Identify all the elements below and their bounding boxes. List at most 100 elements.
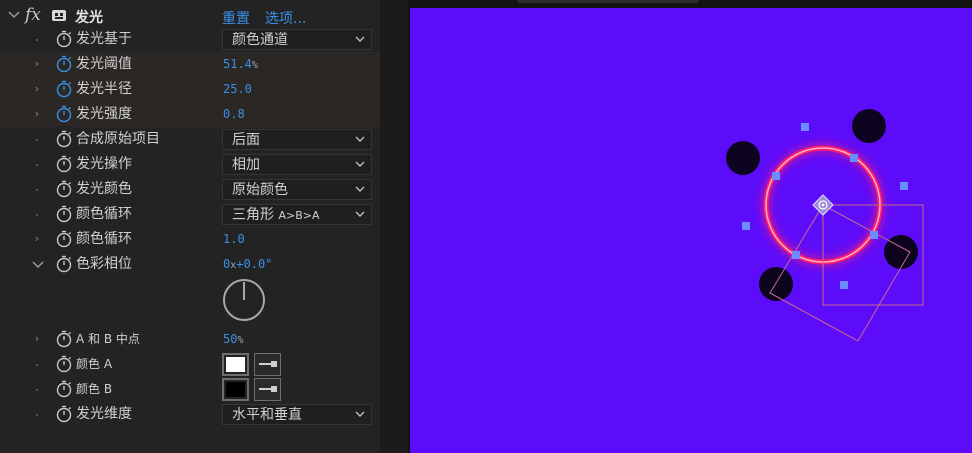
eyedropper-button[interactable] <box>254 353 281 376</box>
dropdown-value: 后面 <box>232 132 260 148</box>
property-row: 颜色循环 三角形 A>B>A <box>0 202 380 227</box>
stopwatch-icon[interactable] <box>55 230 73 248</box>
transform-handle[interactable] <box>870 231 878 239</box>
color-b-swatch[interactable] <box>222 378 249 401</box>
glow-based-on-dropdown[interactable]: 颜色通道 <box>222 29 372 50</box>
dark-circle-shape[interactable] <box>884 235 918 269</box>
property-label: 发光维度 <box>76 406 132 422</box>
property-row: 发光操作 相加 <box>0 152 380 177</box>
chevron-down-icon <box>355 411 365 417</box>
panel-divider[interactable] <box>380 0 408 453</box>
stopwatch-active-icon[interactable] <box>55 105 73 123</box>
chevron-down-icon[interactable] <box>32 260 44 270</box>
ab-midpoint-value[interactable]: 50% <box>223 330 243 350</box>
property-row: › 发光强度 0.8 <box>0 102 380 127</box>
transform-handle[interactable] <box>850 154 858 162</box>
property-row: › A 和 B 中点 50% <box>0 327 380 352</box>
glow-threshold-value[interactable]: 51.4% <box>223 55 258 75</box>
stopwatch-icon[interactable] <box>55 255 73 273</box>
color-phase-value[interactable]: 0x+0.0° <box>223 255 272 275</box>
swatch-fill <box>226 357 245 372</box>
value-unit: % <box>251 60 258 71</box>
row-bullet <box>36 164 38 166</box>
transform-handle[interactable] <box>900 182 908 190</box>
composition-viewer <box>408 0 972 453</box>
glow-intensity-value[interactable]: 0.8 <box>223 105 245 124</box>
viewer-tab-strip <box>518 0 698 3</box>
property-row: 合成原始项目 后面 <box>0 127 380 152</box>
stopwatch-active-icon[interactable] <box>55 80 73 98</box>
property-label: 合成原始项目 <box>76 131 160 147</box>
eyedropper-button[interactable] <box>254 378 281 401</box>
dropdown-value: 原始颜色 <box>232 182 288 198</box>
stopwatch-icon[interactable] <box>55 180 73 198</box>
property-row: 发光颜色 原始颜色 <box>0 177 380 202</box>
eyedropper-icon <box>259 361 277 367</box>
chevron-right-icon[interactable]: › <box>30 231 44 247</box>
value-number: 51.4 <box>223 57 252 71</box>
property-label: 发光颜色 <box>76 181 132 197</box>
row-bullet <box>36 214 38 216</box>
reset-link[interactable]: 重置 <box>222 8 250 28</box>
stopwatch-icon[interactable] <box>55 30 73 48</box>
stopwatch-icon[interactable] <box>55 380 73 398</box>
color-looping-dropdown[interactable]: 三角形 A>B>A <box>222 204 372 225</box>
stopwatch-icon[interactable] <box>55 205 73 223</box>
value-number: 50 <box>223 332 238 346</box>
composition-canvas[interactable] <box>410 8 972 453</box>
transform-handle[interactable] <box>742 222 750 230</box>
value-unit: % <box>237 335 244 346</box>
stopwatch-icon[interactable] <box>55 355 73 373</box>
color-loops-value[interactable]: 1.0 <box>223 230 245 249</box>
property-label: 发光操作 <box>76 156 132 172</box>
composite-original-dropdown[interactable]: 后面 <box>222 129 372 150</box>
property-row: 色彩相位 0x+0.0° <box>0 252 380 327</box>
property-label: 颜色循环 <box>76 206 132 222</box>
stopwatch-icon[interactable] <box>55 155 73 173</box>
chevron-down-icon <box>355 136 365 142</box>
stopwatch-icon[interactable] <box>55 330 73 348</box>
chevron-right-icon[interactable]: › <box>30 81 44 97</box>
effect-header-row: fx 发光 重置 选项... <box>0 3 380 28</box>
glow-radius-value[interactable]: 25.0 <box>223 80 252 99</box>
glow-operation-dropdown[interactable]: 相加 <box>222 154 372 175</box>
property-label: 颜色循环 <box>76 231 132 247</box>
transform-handle[interactable] <box>792 251 800 259</box>
composition-artwork <box>726 109 924 342</box>
property-row: 颜色 A <box>0 352 380 377</box>
glow-dimensions-dropdown[interactable]: 水平和垂直 <box>222 404 372 425</box>
color-a-swatch[interactable] <box>222 353 249 376</box>
row-bullet <box>36 39 38 41</box>
row-bullet <box>36 364 38 366</box>
property-row: › 颜色循环 1.0 <box>0 227 380 252</box>
dropdown-main: 三角形 <box>232 207 274 223</box>
options-link[interactable]: 选项... <box>265 8 306 28</box>
glow-colors-dropdown[interactable]: 原始颜色 <box>222 179 372 200</box>
eyedropper-icon <box>259 386 277 392</box>
chevron-right-icon[interactable]: › <box>30 331 44 347</box>
property-label: 发光阈值 <box>76 56 132 72</box>
stopwatch-icon[interactable] <box>55 405 73 423</box>
property-label: 发光基于 <box>76 31 132 47</box>
chevron-down-icon <box>355 36 365 42</box>
stopwatch-active-icon[interactable] <box>55 55 73 73</box>
transform-handle[interactable] <box>772 172 780 180</box>
dropdown-value: 三角形 A>B>A <box>232 205 319 226</box>
dark-circle-shape[interactable] <box>726 141 760 175</box>
stopwatch-icon[interactable] <box>55 130 73 148</box>
chevron-right-icon[interactable]: › <box>30 56 44 72</box>
transform-handle[interactable] <box>801 123 809 131</box>
property-row: › 发光半径 25.0 <box>0 77 380 102</box>
chevron-right-icon[interactable]: › <box>30 106 44 122</box>
chevron-down-icon[interactable] <box>8 10 20 20</box>
effect-icon <box>52 10 66 21</box>
dial-icon[interactable] <box>222 278 266 322</box>
row-bullet <box>36 189 38 191</box>
chevron-down-icon <box>355 211 365 217</box>
anchor-point-icon[interactable] <box>812 194 834 216</box>
transform-handle[interactable] <box>840 281 848 289</box>
row-bullet <box>36 139 38 141</box>
dark-circle-shape[interactable] <box>852 109 886 143</box>
fx-label[interactable]: fx <box>25 5 41 25</box>
layer-bounding-box[interactable] <box>769 204 911 342</box>
